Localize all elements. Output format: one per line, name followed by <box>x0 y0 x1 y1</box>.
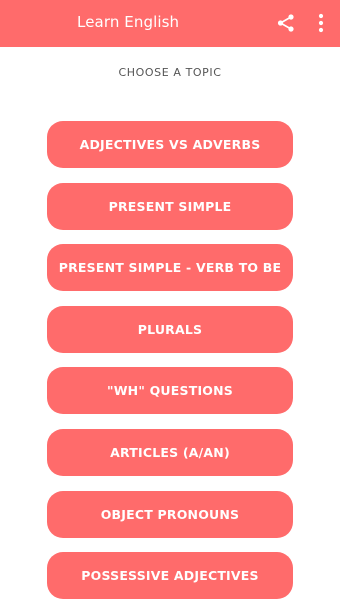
app-bar: Learn English <box>0 0 340 47</box>
topic-label: ARTICLES (A/AN) <box>110 444 230 460</box>
topic-button-possessive-adjectives[interactable]: POSSESSIVE ADJECTIVES <box>47 552 293 600</box>
topic-label: "WH" QUESTIONS <box>106 383 233 399</box>
topic-list: ADJECTIVES VS ADVERBS PRESENT SIMPLE PRE… <box>47 121 293 606</box>
topic-button-articles[interactable]: ARTICLES (A/AN) <box>47 428 293 476</box>
topic-button-plurals[interactable]: PLURALS <box>47 305 293 353</box>
topic-button-adjectives-vs-adverbs[interactable]: ADJECTIVES VS ADVERBS <box>47 121 293 168</box>
topic-button-wh-questions[interactable]: "WH" QUESTIONS <box>47 367 293 415</box>
more-vert-icon[interactable] <box>313 12 329 34</box>
app-title: Learn English <box>77 13 180 31</box>
topic-button-object-pronouns[interactable]: OBJECT PRONOUNS <box>47 490 293 538</box>
topic-label: OBJECT PRONOUNS <box>100 506 240 522</box>
app-screen: Learn English CHOOSE A TOPIC ADJECTIVES … <box>0 0 340 606</box>
topic-button-present-simple-verb-to-be[interactable]: PRESENT SIMPLE - VERB TO BE <box>47 244 293 292</box>
choose-topic-heading: CHOOSE A TOPIC <box>118 66 222 79</box>
topic-button-present-simple[interactable]: PRESENT SIMPLE <box>47 182 293 230</box>
topic-label: POSSESSIVE ADJECTIVES <box>81 568 259 584</box>
topic-label: ADJECTIVES VS ADVERBS <box>79 137 261 152</box>
topic-label: PRESENT SIMPLE - VERB TO BE <box>58 260 282 276</box>
share-icon[interactable] <box>276 13 296 33</box>
topic-label: PRESENT SIMPLE <box>108 198 232 214</box>
topic-label: PLURALS <box>137 321 203 337</box>
